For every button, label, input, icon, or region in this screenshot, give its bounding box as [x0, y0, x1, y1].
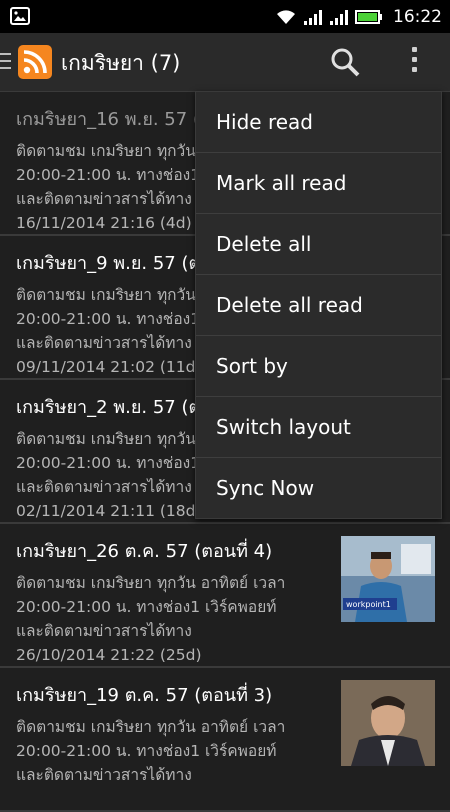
overflow-menu: Hide read Mark all read Delete all Delet… — [195, 91, 442, 519]
menu-item-switch-layout[interactable]: Switch layout — [196, 397, 441, 458]
menu-item-sync-now[interactable]: Sync Now — [196, 458, 441, 518]
menu-item-delete-all[interactable]: Delete all — [196, 214, 441, 275]
item-thumbnail — [341, 680, 435, 766]
item-thumbnail: workpoint1 — [341, 536, 435, 622]
page-title: เกมริษยา (7) — [61, 51, 181, 75]
image-notification-icon — [10, 7, 30, 25]
list-item[interactable]: เกมริษยา_26 ต.ค. 57 (ตอนที่ 4) ติดตามชม … — [0, 524, 450, 668]
menu-item-delete-all-read[interactable]: Delete all read — [196, 275, 441, 336]
item-date: 26/10/2014 21:22 (25d) — [16, 646, 202, 664]
signal-icon-2 — [330, 9, 348, 25]
battery-icon — [355, 9, 382, 24]
thumb-brand-text: workpoint1 — [346, 600, 391, 609]
status-bar: 16:22 — [0, 0, 450, 33]
overflow-menu-icon[interactable] — [404, 47, 424, 77]
clock: 16:22 — [393, 6, 442, 27]
menu-item-hide-read[interactable]: Hide read — [196, 92, 441, 153]
search-icon[interactable] — [328, 45, 362, 79]
rss-icon[interactable] — [18, 45, 52, 79]
item-desc-line: และติดตามข่าวสารได้ทาง — [16, 766, 192, 784]
item-desc-line: และติดตามข่าวสารได้ทาง — [16, 622, 192, 640]
wifi-icon — [277, 9, 295, 24]
menu-item-mark-all-read[interactable]: Mark all read — [196, 153, 441, 214]
drawer-indicator-icon[interactable] — [0, 53, 11, 71]
list-item[interactable]: เกมริษยา_19 ต.ค. 57 (ตอนที่ 3) ติดตามชม … — [0, 668, 450, 812]
action-bar: เกมริษยา (7) — [0, 33, 450, 92]
menu-item-sort-by[interactable]: Sort by — [196, 336, 441, 397]
signal-icon-1 — [304, 9, 322, 25]
